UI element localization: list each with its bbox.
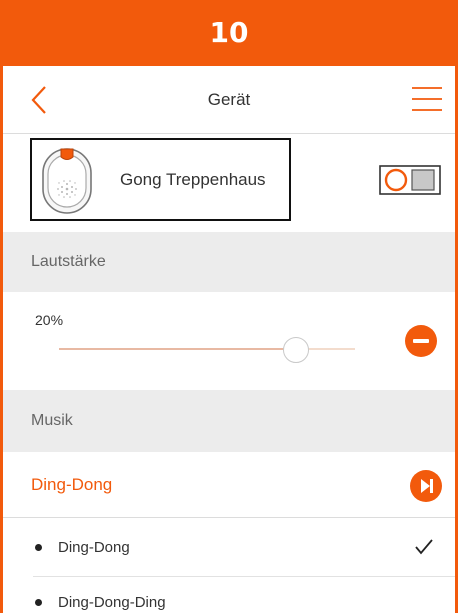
music-section-header: Musik (3, 390, 455, 452)
page-title: Gerät (207, 90, 251, 109)
list-item[interactable]: Ding-Dong (3, 519, 455, 577)
top-navigation-bar: Gerät (3, 66, 455, 134)
list-item-label: Ding-Dong-Ding (58, 594, 166, 611)
volume-row: 20% (3, 292, 455, 390)
hamburger-menu-icon[interactable] (411, 86, 443, 112)
list-item[interactable]: Ding-Dong-Ding (3, 577, 455, 613)
bullet-icon (35, 599, 42, 606)
switch-toggle-icon[interactable] (379, 165, 441, 195)
play-next-button[interactable] (410, 470, 442, 502)
volume-value: 20% (35, 312, 64, 328)
device-name: Gong Treppenhaus (120, 170, 266, 189)
volume-section-header: Lautstärke (3, 232, 455, 292)
checkmark-icon (415, 539, 433, 555)
step-number: 10 (209, 16, 249, 49)
list-item-label: Ding-Dong (58, 539, 130, 556)
device-row: Gong Treppenhaus (3, 135, 455, 231)
step-number-banner: 10 (0, 0, 458, 66)
play-next-icon (421, 479, 433, 493)
volume-slider[interactable] (59, 337, 355, 363)
current-tone-row[interactable]: Ding-Dong (3, 452, 455, 518)
slider-thumb[interactable] (282, 337, 309, 363)
current-tone-name: Ding-Dong (31, 475, 113, 494)
doorbell-gong-icon (42, 148, 92, 214)
volume-decrease-button[interactable] (405, 325, 437, 357)
device-card[interactable]: Gong Treppenhaus (30, 138, 291, 221)
slider-fill (59, 348, 296, 350)
bullet-icon (35, 544, 42, 551)
